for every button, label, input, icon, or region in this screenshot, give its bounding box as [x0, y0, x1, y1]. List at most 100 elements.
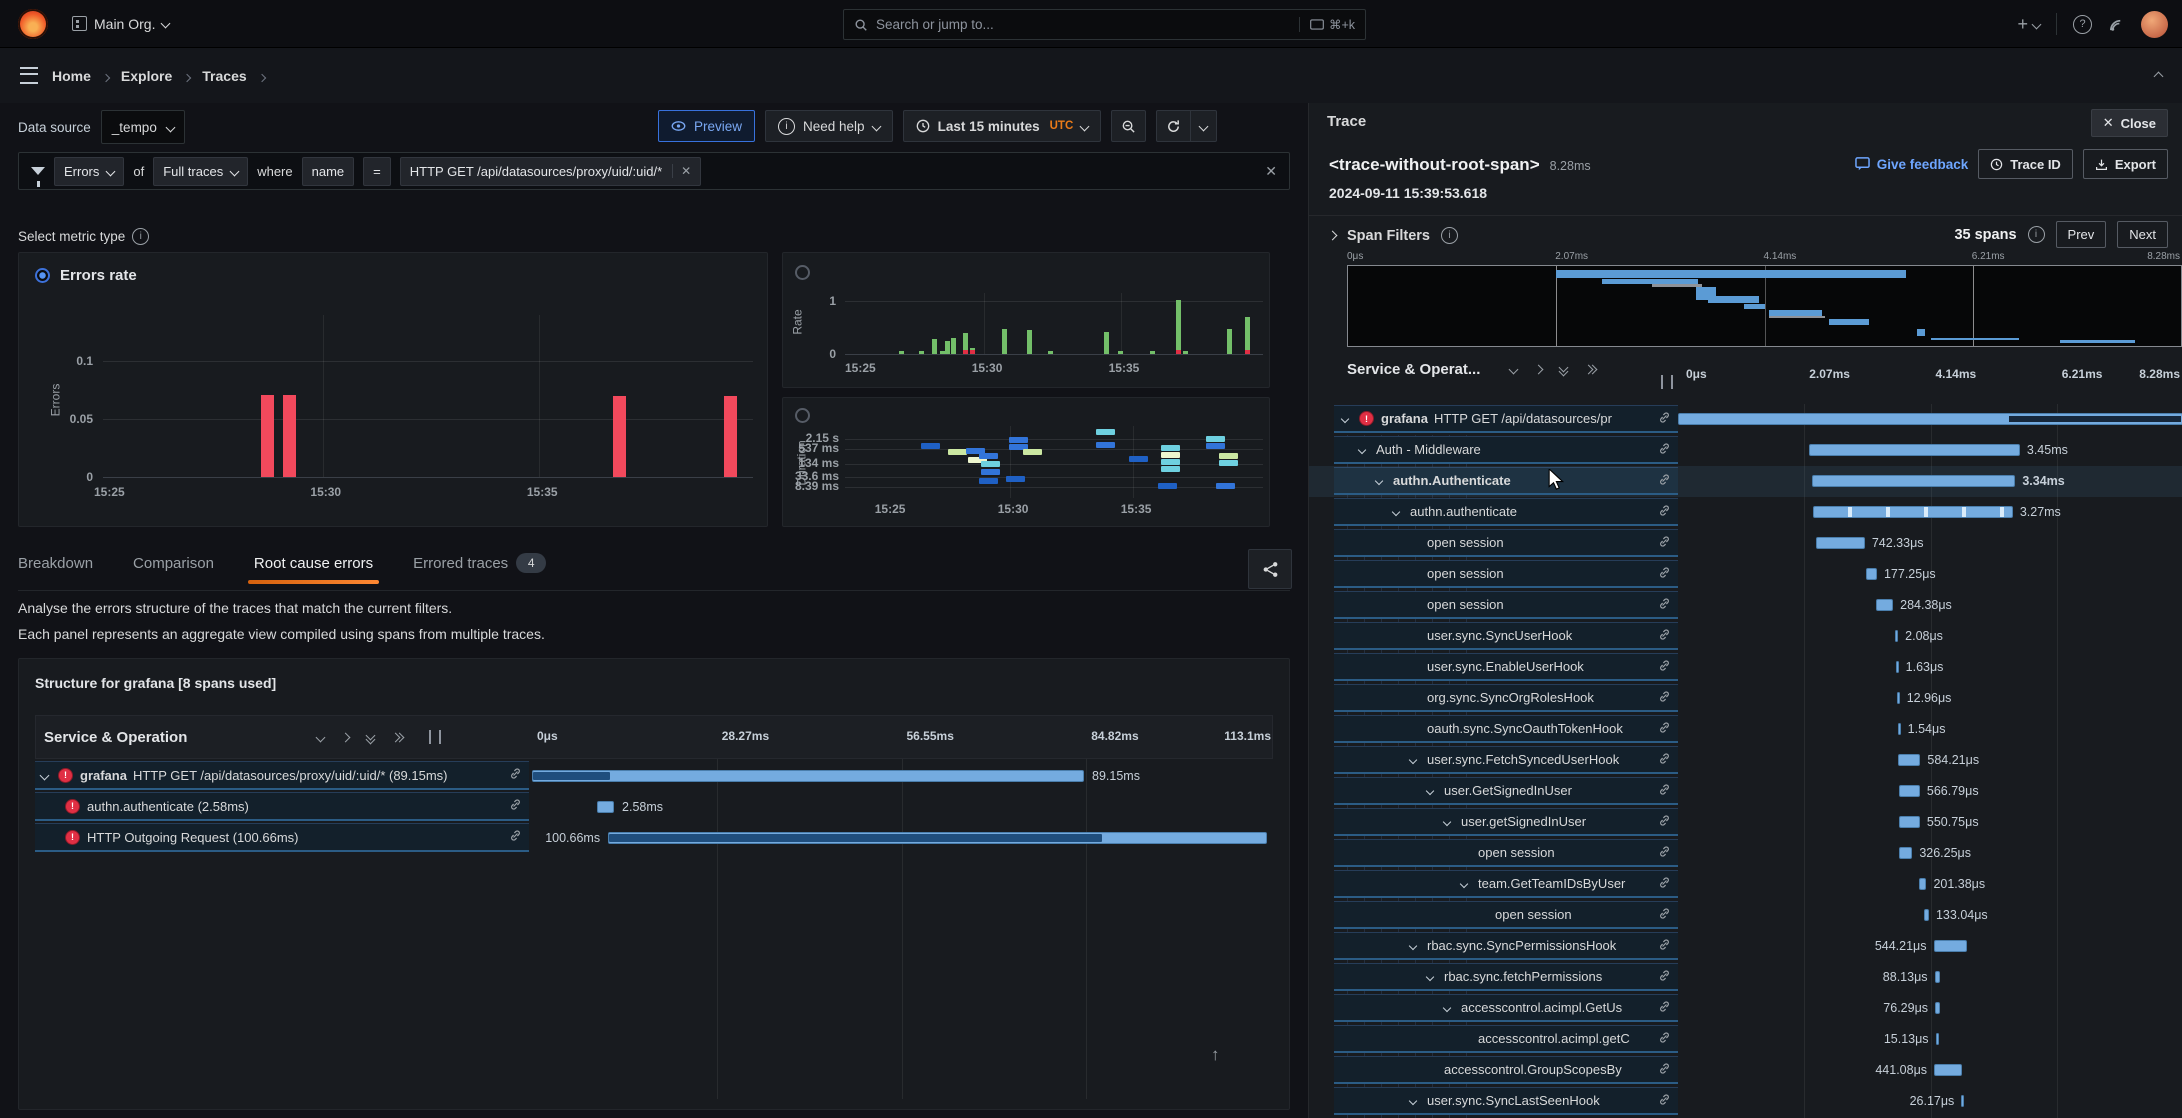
filter-value-chip[interactable]: HTTP GET /api/datasources/proxy/uid/:uid… [400, 157, 701, 186]
link-icon[interactable] [1658, 659, 1671, 675]
filter-rhs-select[interactable]: Full traces [153, 157, 248, 186]
link-icon[interactable] [1658, 1000, 1671, 1016]
collapse-caret-icon[interactable] [1410, 1098, 1427, 1104]
link-icon[interactable] [1658, 1031, 1671, 1044]
filter-lhs-select[interactable]: Errors [54, 157, 124, 186]
link-icon[interactable] [1658, 1000, 1671, 1013]
rate-bar[interactable] [1002, 329, 1007, 354]
link-icon[interactable] [1658, 690, 1671, 703]
link-icon[interactable] [1658, 504, 1671, 517]
span-name-cell[interactable]: user.getSignedInUser [1334, 808, 1678, 836]
heatmap-cell[interactable] [1206, 443, 1225, 449]
collapse-caret-icon[interactable] [1444, 1005, 1461, 1011]
rate-bar[interactable] [1245, 317, 1250, 354]
error-bar[interactable] [283, 395, 296, 477]
news-icon[interactable] [2108, 16, 2125, 33]
link-icon[interactable] [509, 798, 522, 811]
rate-bar[interactable] [919, 351, 924, 354]
heatmap-cell[interactable] [981, 469, 1000, 475]
link-icon[interactable] [1658, 721, 1671, 737]
collapse-all-icon[interactable] [367, 732, 374, 743]
rate-bar[interactable] [1118, 351, 1123, 354]
export-button[interactable]: Export [2083, 149, 2168, 179]
link-icon[interactable] [1658, 566, 1671, 579]
span-bar[interactable] [1936, 1033, 1939, 1045]
preview-button[interactable]: Preview [658, 110, 755, 142]
span-name-cell[interactable]: user.sync.SyncLastSeenHook [1334, 1087, 1678, 1115]
link-icon[interactable] [1658, 628, 1671, 644]
prev-button[interactable]: Prev [2056, 221, 2107, 248]
rate-bar[interactable] [1150, 351, 1155, 354]
link-icon[interactable] [1658, 659, 1671, 672]
heatmap-cell[interactable] [1161, 445, 1180, 451]
trace-span-row[interactable]: user.GetSignedInUser566.79μs [1309, 776, 2182, 807]
heatmap-cell[interactable] [1206, 436, 1225, 442]
trace-span-row[interactable]: accesscontrol.GroupScopesBy441.08μs [1309, 1055, 2182, 1086]
trace-span-row[interactable]: authn.authenticate3.27ms [1309, 497, 2182, 528]
structure-row-name[interactable]: !authn.authenticate (2.58ms) [35, 792, 529, 821]
span-bar[interactable] [1899, 816, 1920, 828]
span-bar[interactable] [1898, 754, 1920, 766]
errors-rate-radio[interactable]: Errors rate [35, 267, 137, 284]
collapse-caret-icon[interactable] [1461, 881, 1478, 887]
heatmap-cell[interactable] [1158, 483, 1177, 489]
filter-op-chip[interactable]: = [363, 157, 391, 186]
heatmap-cell[interactable] [1096, 442, 1115, 448]
trace-span-row[interactable]: user.sync.FetchSyncedUserHook584.21μs [1309, 745, 2182, 776]
refresh-interval-button[interactable] [1191, 110, 1217, 142]
link-icon[interactable] [1658, 411, 1671, 427]
heatmap-cell[interactable] [948, 449, 967, 455]
remove-filter-icon[interactable]: ✕ [672, 164, 691, 178]
span-bar[interactable] [1678, 413, 2182, 425]
link-icon[interactable] [1658, 628, 1671, 641]
query-filter-bar[interactable]: Errors of Full traces where name = HTTP … [18, 152, 1290, 190]
collapse-caret-icon[interactable] [1376, 478, 1393, 484]
link-icon[interactable] [1658, 597, 1671, 613]
rate-bar[interactable] [1027, 330, 1032, 354]
heatmap-cell[interactable] [979, 478, 998, 484]
link-icon[interactable] [1658, 752, 1671, 768]
span-name-cell[interactable]: authn.Authenticate [1334, 467, 1678, 495]
trace-span-row[interactable]: user.sync.SyncUserHook2.08μs [1309, 621, 2182, 652]
link-icon[interactable] [1658, 969, 1671, 985]
heatmap-cell[interactable] [981, 461, 1000, 467]
span-bar[interactable] [1812, 475, 2016, 487]
expand-one-icon[interactable] [341, 732, 351, 742]
breadcrumb-item[interactable]: Traces [202, 68, 246, 84]
clear-filters-icon[interactable]: ✕ [1265, 163, 1277, 180]
link-icon[interactable] [509, 767, 522, 783]
heatmap-cell[interactable] [1161, 452, 1180, 458]
user-avatar[interactable] [2141, 11, 2168, 38]
trace-span-row[interactable]: rbac.sync.fetchPermissions88.13μs [1309, 962, 2182, 993]
heatmap-cell[interactable] [1219, 453, 1238, 459]
link-icon[interactable] [1658, 535, 1671, 551]
span-name-cell[interactable]: accesscontrol.acimpl.GetUs [1334, 994, 1678, 1022]
column-resize-handle[interactable] [429, 730, 441, 744]
collapse-caret-icon[interactable] [1427, 788, 1444, 794]
menu-icon[interactable] [20, 67, 38, 84]
grafana-logo-icon[interactable] [18, 9, 48, 39]
trace-span-row[interactable]: org.sync.SyncOrgRolesHook12.96μs [1309, 683, 2182, 714]
rate-radio[interactable] [795, 265, 810, 280]
span-bar[interactable] [1899, 785, 1920, 797]
trace-span-row[interactable]: !grafanaHTTP GET /api/datasources/pr [1309, 404, 2182, 435]
span-name-cell[interactable]: authn.authenticate [1334, 498, 1678, 526]
link-icon[interactable] [509, 829, 522, 842]
span-bar[interactable] [1876, 599, 1893, 611]
heatmap-cell[interactable] [1219, 460, 1238, 466]
span-name-cell[interactable]: rbac.sync.SyncPermissionsHook [1334, 932, 1678, 960]
heatmap-cell[interactable] [1129, 456, 1148, 462]
link-icon[interactable] [1658, 783, 1671, 796]
link-icon[interactable] [1658, 876, 1671, 889]
heatmap-cell[interactable] [1023, 449, 1042, 455]
link-icon[interactable] [509, 798, 522, 814]
span-name-cell[interactable]: user.sync.FetchSyncedUserHook [1334, 746, 1678, 774]
link-icon[interactable] [1658, 597, 1671, 610]
span-bar[interactable] [608, 832, 1267, 844]
expand-all-icon[interactable] [392, 734, 403, 741]
collapse-caret-icon[interactable] [1342, 416, 1359, 422]
trace-span-row[interactable]: open session133.04μs [1309, 900, 2182, 931]
zoom-out-button[interactable] [1111, 110, 1146, 142]
trace-span-row[interactable]: open session326.25μs [1309, 838, 2182, 869]
refresh-button[interactable] [1156, 110, 1191, 142]
